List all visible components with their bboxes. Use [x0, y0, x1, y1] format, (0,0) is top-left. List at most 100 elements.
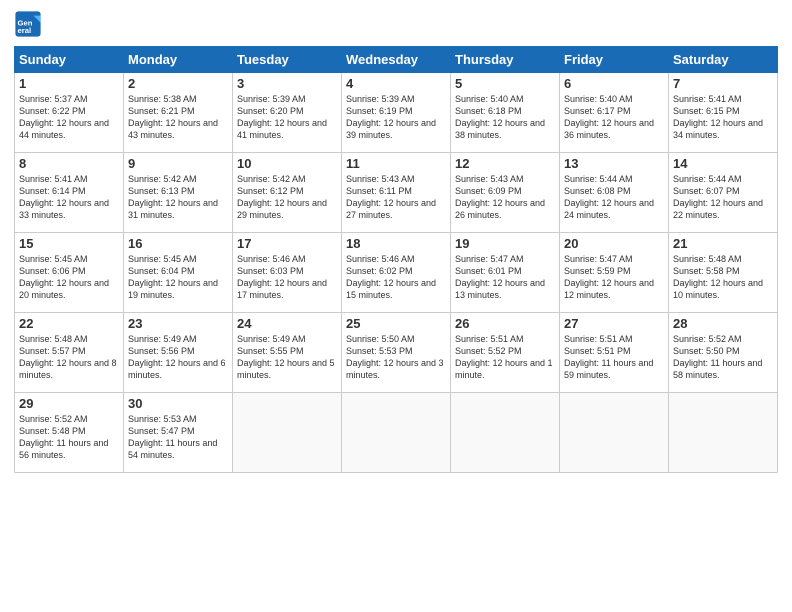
day-cell: 11Sunrise: 5:43 AM Sunset: 6:11 PM Dayli… — [342, 153, 451, 233]
calendar-container: Gen eral SundayMondayTuesdayWednesdayThu… — [0, 0, 792, 483]
day-cell: 22 Sunrise: 5:48 AM Sunset: 5:57 PM Dayli… — [15, 313, 124, 393]
day-cell: 30 Sunrise: 5:53 AM Sunset: 5:47 PM Dayli… — [124, 393, 233, 473]
day-info: Sunrise: 5:44 AM Sunset: 6:08 PM Dayligh… — [564, 173, 664, 222]
day-info: Sunrise: 5:52 AM Sunset: 5:50 PM Dayligh… — [673, 333, 773, 382]
col-header-sunday: Sunday — [15, 47, 124, 73]
day-info: Sunrise: 5:37 AM Sunset: 6:22 PM Dayligh… — [19, 93, 119, 142]
day-cell: 21 Sunrise: 5:48 AM Sunset: 5:58 PM Dayli… — [669, 233, 778, 313]
day-number: 5 — [455, 76, 555, 91]
day-number: 9 — [128, 156, 228, 171]
day-number: 7 — [673, 76, 773, 91]
day-number: 1 — [19, 76, 119, 91]
day-info: Sunrise: 5:43 AM Sunset: 6:11 PM Dayligh… — [346, 173, 446, 222]
day-number: 8 — [19, 156, 119, 171]
day-info: Sunrise: 5:40 AM Sunset: 6:18 PM Dayligh… — [455, 93, 555, 142]
day-number: 25 — [346, 316, 446, 331]
day-cell: 7 Sunrise: 5:41 AM Sunset: 6:15 PM Daylig… — [669, 73, 778, 153]
day-cell — [669, 393, 778, 473]
day-cell — [342, 393, 451, 473]
day-number: 22 — [19, 316, 119, 331]
day-number: 23 — [128, 316, 228, 331]
header: Gen eral — [14, 10, 778, 38]
day-cell: 20 Sunrise: 5:47 AM Sunset: 5:59 PM Dayli… — [560, 233, 669, 313]
calendar-table: SundayMondayTuesdayWednesdayThursdayFrid… — [14, 46, 778, 473]
day-number: 18 — [346, 236, 446, 251]
col-header-tuesday: Tuesday — [233, 47, 342, 73]
day-info: Sunrise: 5:52 AM Sunset: 5:48 PM Dayligh… — [19, 413, 119, 462]
day-cell: 5 Sunrise: 5:40 AM Sunset: 6:18 PM Daylig… — [451, 73, 560, 153]
day-number: 26 — [455, 316, 555, 331]
col-header-friday: Friday — [560, 47, 669, 73]
day-info: Sunrise: 5:41 AM Sunset: 6:14 PM Dayligh… — [19, 173, 119, 222]
day-info: Sunrise: 5:38 AM Sunset: 6:21 PM Dayligh… — [128, 93, 228, 142]
day-info: Sunrise: 5:50 AM Sunset: 5:53 PM Dayligh… — [346, 333, 446, 382]
day-number: 30 — [128, 396, 228, 411]
day-cell: 23 Sunrise: 5:49 AM Sunset: 5:56 PM Dayli… — [124, 313, 233, 393]
day-cell: 17 Sunrise: 5:46 AM Sunset: 6:03 PM Dayli… — [233, 233, 342, 313]
day-info: Sunrise: 5:46 AM Sunset: 6:02 PM Dayligh… — [346, 253, 446, 302]
day-info: Sunrise: 5:53 AM Sunset: 5:47 PM Dayligh… — [128, 413, 228, 462]
day-cell: 15 Sunrise: 5:45 AM Sunset: 6:06 PM Dayli… — [15, 233, 124, 313]
day-info: Sunrise: 5:49 AM Sunset: 5:55 PM Dayligh… — [237, 333, 337, 382]
logo: Gen eral — [14, 10, 45, 38]
day-cell: 29 Sunrise: 5:52 AM Sunset: 5:48 PM Dayli… — [15, 393, 124, 473]
day-cell: 2 Sunrise: 5:38 AM Sunset: 6:21 PM Daylig… — [124, 73, 233, 153]
day-number: 20 — [564, 236, 664, 251]
week-row-3: 15 Sunrise: 5:45 AM Sunset: 6:06 PM Dayli… — [15, 233, 778, 313]
day-cell: 4 Sunrise: 5:39 AM Sunset: 6:19 PM Daylig… — [342, 73, 451, 153]
col-header-saturday: Saturday — [669, 47, 778, 73]
day-cell — [560, 393, 669, 473]
day-cell — [451, 393, 560, 473]
day-number: 13 — [564, 156, 664, 171]
day-info: Sunrise: 5:47 AM Sunset: 5:59 PM Dayligh… — [564, 253, 664, 302]
week-row-5: 29 Sunrise: 5:52 AM Sunset: 5:48 PM Dayli… — [15, 393, 778, 473]
day-cell — [233, 393, 342, 473]
day-number: 21 — [673, 236, 773, 251]
day-number: 10 — [237, 156, 337, 171]
day-cell: 16Sunrise: 5:45 AM Sunset: 6:04 PM Dayli… — [124, 233, 233, 313]
day-number: 28 — [673, 316, 773, 331]
col-header-thursday: Thursday — [451, 47, 560, 73]
day-info: Sunrise: 5:40 AM Sunset: 6:17 PM Dayligh… — [564, 93, 664, 142]
day-cell: 9Sunrise: 5:42 AM Sunset: 6:13 PM Daylig… — [124, 153, 233, 233]
day-number: 3 — [237, 76, 337, 91]
day-cell: 13 Sunrise: 5:44 AM Sunset: 6:08 PM Dayli… — [560, 153, 669, 233]
day-info: Sunrise: 5:49 AM Sunset: 5:56 PM Dayligh… — [128, 333, 228, 382]
day-number: 19 — [455, 236, 555, 251]
col-header-wednesday: Wednesday — [342, 47, 451, 73]
day-cell: 1 Sunrise: 5:37 AM Sunset: 6:22 PM Daylig… — [15, 73, 124, 153]
day-cell: 10Sunrise: 5:42 AM Sunset: 6:12 PM Dayli… — [233, 153, 342, 233]
day-info: Sunrise: 5:43 AM Sunset: 6:09 PM Dayligh… — [455, 173, 555, 222]
day-cell: 28 Sunrise: 5:52 AM Sunset: 5:50 PM Dayli… — [669, 313, 778, 393]
day-info: Sunrise: 5:41 AM Sunset: 6:15 PM Dayligh… — [673, 93, 773, 142]
svg-text:eral: eral — [18, 26, 32, 35]
day-info: Sunrise: 5:44 AM Sunset: 6:07 PM Dayligh… — [673, 173, 773, 222]
week-row-4: 22 Sunrise: 5:48 AM Sunset: 5:57 PM Dayli… — [15, 313, 778, 393]
day-info: Sunrise: 5:48 AM Sunset: 5:58 PM Dayligh… — [673, 253, 773, 302]
day-cell: 26 Sunrise: 5:51 AM Sunset: 5:52 PM Dayli… — [451, 313, 560, 393]
day-number: 17 — [237, 236, 337, 251]
day-number: 2 — [128, 76, 228, 91]
day-number: 16 — [128, 236, 228, 251]
col-header-monday: Monday — [124, 47, 233, 73]
day-cell: 8 Sunrise: 5:41 AM Sunset: 6:14 PM Daylig… — [15, 153, 124, 233]
day-cell: 12 Sunrise: 5:43 AM Sunset: 6:09 PM Dayli… — [451, 153, 560, 233]
day-number: 29 — [19, 396, 119, 411]
day-info: Sunrise: 5:45 AM Sunset: 6:06 PM Dayligh… — [19, 253, 119, 302]
day-info: Sunrise: 5:51 AM Sunset: 5:52 PM Dayligh… — [455, 333, 555, 382]
day-number: 4 — [346, 76, 446, 91]
day-cell: 6 Sunrise: 5:40 AM Sunset: 6:17 PM Daylig… — [560, 73, 669, 153]
header-row: SundayMondayTuesdayWednesdayThursdayFrid… — [15, 47, 778, 73]
day-info: Sunrise: 5:46 AM Sunset: 6:03 PM Dayligh… — [237, 253, 337, 302]
day-number: 15 — [19, 236, 119, 251]
week-row-2: 8 Sunrise: 5:41 AM Sunset: 6:14 PM Daylig… — [15, 153, 778, 233]
day-number: 6 — [564, 76, 664, 91]
logo-icon: Gen eral — [14, 10, 42, 38]
day-cell: 14Sunrise: 5:44 AM Sunset: 6:07 PM Dayli… — [669, 153, 778, 233]
day-number: 12 — [455, 156, 555, 171]
day-info: Sunrise: 5:39 AM Sunset: 6:19 PM Dayligh… — [346, 93, 446, 142]
day-info: Sunrise: 5:47 AM Sunset: 6:01 PM Dayligh… — [455, 253, 555, 302]
day-cell: 24Sunrise: 5:49 AM Sunset: 5:55 PM Dayli… — [233, 313, 342, 393]
day-info: Sunrise: 5:48 AM Sunset: 5:57 PM Dayligh… — [19, 333, 119, 382]
day-info: Sunrise: 5:39 AM Sunset: 6:20 PM Dayligh… — [237, 93, 337, 142]
